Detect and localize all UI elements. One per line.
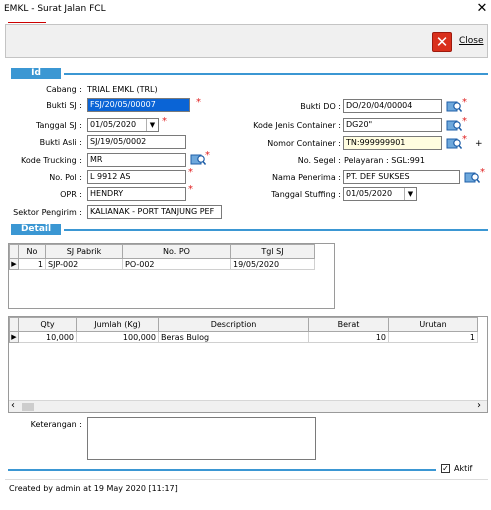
kode-trucking-required: * <box>205 150 210 161</box>
tanggal-sj-field[interactable]: 01/05/2020 ▼ <box>87 118 159 132</box>
bukti-asli-label: Bukti Asli : <box>39 138 82 147</box>
sektor-pengirim-label: Sektor Pengirim : <box>13 208 82 217</box>
close-x-icon: ✕ <box>432 32 452 52</box>
cabang-label: Cabang : <box>46 85 82 94</box>
sektor-pengirim-field[interactable]: KALIANAK - PORT TANJUNG PEF <box>87 205 222 219</box>
no-segel-value: Pelayaran : SGL:991 <box>344 156 425 165</box>
bukti-asli-field[interactable]: SJ/19/05/0002 <box>87 135 186 149</box>
aktif-label: Aktif <box>454 464 473 473</box>
no-segel-label: No. Segel : <box>297 156 341 165</box>
grid2-cell-jumlah[interactable]: 100,000 <box>76 331 159 343</box>
grid2-cell-qty[interactable]: 10,000 <box>18 331 77 343</box>
close-button[interactable]: ✕ Close <box>432 32 488 52</box>
nama-penerima-field[interactable]: PT. DEF SUKSES <box>343 170 460 184</box>
grid1-cell-no-po[interactable]: PO-002 <box>122 258 231 270</box>
title-bar: EMKL - Surat Jalan FCL ✕ <box>0 0 491 22</box>
bukti-do-field[interactable]: DO/20/04/00004 <box>343 99 442 113</box>
grid2-header-berat[interactable]: Berat <box>308 317 389 332</box>
grid2-header-jumlah[interactable]: Jumlah (Kg) <box>76 317 159 332</box>
grid1-cell-no[interactable]: 1 <box>18 258 46 270</box>
kode-jenis-container-label: Kode Jenis Container : <box>253 121 341 130</box>
grid1-cell-tgl-sj[interactable]: 19/05/2020 <box>230 258 315 270</box>
grid1-header-sj-pabrik[interactable]: SJ Pabrik <box>45 244 123 259</box>
detail-section-header: Detail <box>11 224 61 235</box>
kode-jenis-container-lookup-icon[interactable] <box>446 119 462 132</box>
scrollbar-thumb[interactable] <box>22 403 34 411</box>
no-pol-required: * <box>188 167 193 178</box>
id-section-line <box>64 73 488 75</box>
nomor-container-label: Nomor Container : <box>267 139 341 148</box>
sj-pabrik-grid[interactable]: No SJ Pabrik No. PO Tgl SJ ▶ 1 SJP-002 P… <box>8 243 335 309</box>
nama-penerima-required: * <box>480 167 485 178</box>
grid2-cell-description[interactable]: Beras Bulog <box>158 331 309 343</box>
bukti-do-required: * <box>462 97 467 108</box>
grid1-cell-sj-pabrik[interactable]: SJP-002 <box>45 258 123 270</box>
close-button-label: Close <box>459 36 484 46</box>
grid2-header-urutan[interactable]: Urutan <box>388 317 478 332</box>
opr-field[interactable]: HENDRY <box>87 187 186 201</box>
grid2-header-description[interactable]: Description <box>158 317 309 332</box>
bukti-do-label: Bukti DO : <box>300 102 341 111</box>
nama-penerima-label: Nama Penerima : <box>271 173 341 182</box>
tanggal-sj-required: * <box>162 116 167 127</box>
grid1-header-no[interactable]: No <box>18 244 46 259</box>
no-pol-field[interactable]: L 9912 AS <box>87 170 186 184</box>
tanggal-stuffing-label: Tanggal Stuffing : <box>271 190 341 199</box>
kode-trucking-field[interactable]: MR <box>87 153 186 167</box>
table-row[interactable]: ▶ 10,000 100,000 Beras Bulog 10 1 <box>9 331 478 343</box>
cabang-value: TRIAL EMKL (TRL) <box>87 85 158 94</box>
kode-trucking-label: Kode Trucking : <box>21 156 82 165</box>
window-title: EMKL - Surat Jalan FCL <box>4 4 106 14</box>
window-close-icon[interactable]: ✕ <box>474 1 490 19</box>
toolbar <box>5 24 488 58</box>
nama-penerima-lookup-icon[interactable] <box>464 171 480 184</box>
tanggal-stuffing-field[interactable]: 01/05/2020 ▼ <box>343 187 417 201</box>
sj-pabrik-table: No SJ Pabrik No. PO Tgl SJ ▶ 1 SJP-002 P… <box>9 244 315 270</box>
bukti-sj-label: Bukti SJ : <box>46 101 82 110</box>
detail-section-line <box>64 229 488 231</box>
status-text: Created by admin at 19 May 2020 [11:17] <box>9 484 178 493</box>
barang-table: Qty Jumlah (Kg) Description Berat Urutan… <box>9 317 478 343</box>
barang-grid[interactable]: Qty Jumlah (Kg) Description Berat Urutan… <box>8 316 488 413</box>
tanggal-sj-label: Tanggal SJ : <box>35 121 82 130</box>
aktif-checkbox[interactable]: ✓ <box>441 464 450 473</box>
kode-jenis-container-required: * <box>462 116 467 127</box>
grid1-corner <box>9 244 19 259</box>
horizontal-scrollbar[interactable]: ‹ › <box>9 400 487 412</box>
bukti-sj-required: * <box>196 97 201 108</box>
bottom-section-line <box>8 469 436 471</box>
table-row[interactable]: ▶ 1 SJP-002 PO-002 19/05/2020 <box>9 258 315 270</box>
bukti-sj-field[interactable]: FSJ/20/05/00007 <box>87 98 190 112</box>
nomor-container-required: * <box>462 134 467 145</box>
scroll-right-icon[interactable]: › <box>477 400 481 411</box>
nomor-container-lookup-icon[interactable] <box>446 137 462 150</box>
current-row-indicator: ▶ <box>9 258 19 270</box>
status-bar: Created by admin at 19 May 2020 [11:17] <box>5 479 488 495</box>
title-underline <box>8 22 46 23</box>
keterangan-label: Keterangan : <box>30 420 82 429</box>
calendar-dropdown-icon[interactable]: ▼ <box>146 119 158 131</box>
no-pol-label: No. Pol : <box>49 173 82 182</box>
nomor-container-add[interactable]: + <box>475 139 483 149</box>
grid1-header-no-po[interactable]: No. PO <box>122 244 231 259</box>
grid2-cell-urutan[interactable]: 1 <box>388 331 478 343</box>
kode-jenis-container-field[interactable]: DG20" <box>343 118 442 132</box>
current-row-indicator: ▶ <box>9 331 19 343</box>
opr-required: * <box>188 184 193 195</box>
grid1-header-tgl-sj[interactable]: Tgl SJ <box>230 244 315 259</box>
id-section-header: Id <box>11 68 61 79</box>
kode-trucking-lookup-icon[interactable] <box>190 153 206 166</box>
calendar-dropdown-icon[interactable]: ▼ <box>404 188 416 200</box>
bukti-do-lookup-icon[interactable] <box>446 100 462 113</box>
grid2-corner <box>9 317 19 332</box>
opr-label: OPR : <box>60 190 82 199</box>
grid2-cell-berat[interactable]: 10 <box>308 331 389 343</box>
nomor-container-field[interactable]: TN:999999901 <box>343 136 442 150</box>
scroll-left-icon[interactable]: ‹ <box>11 400 15 411</box>
grid2-header-qty[interactable]: Qty <box>18 317 77 332</box>
keterangan-field[interactable] <box>87 417 316 460</box>
